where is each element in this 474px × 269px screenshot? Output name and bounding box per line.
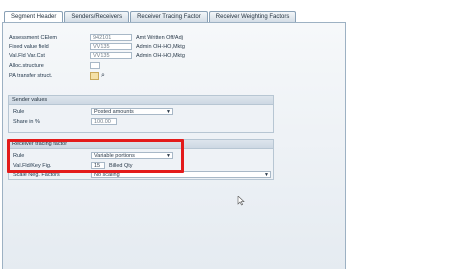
blank-area: [346, 22, 474, 268]
fixed-value-field-input[interactable]: VV135: [90, 43, 132, 50]
assessment-celem-desc: Amt Written Off/Adj: [136, 35, 183, 41]
chevron-down-icon[interactable]: ▼: [166, 109, 171, 114]
highlight-box: [7, 139, 184, 173]
val-fld-var-cst-desc: Admin OH-HO,Mktg: [136, 53, 185, 59]
alloc-structure-input[interactable]: [90, 62, 100, 69]
fixed-value-field-label: Fixed value field: [9, 44, 49, 50]
tab-receiver-weighting-factors[interactable]: Receiver Weighting Factors: [208, 11, 297, 22]
mouse-pointer-icon: [237, 196, 245, 206]
assessment-celem-field[interactable]: 942101: [90, 34, 132, 41]
pa-transfer-struct-label: PA transfer struct.: [9, 73, 53, 79]
fixed-value-field-desc: Admin OH-HO,Mktg: [136, 44, 185, 50]
alloc-structure-label: Alloc.structure: [9, 63, 44, 69]
tab-receiver-tracing-factor[interactable]: Receiver Tracing Factor: [130, 11, 208, 22]
tab-senders-receivers[interactable]: Senders/Receivers: [64, 11, 130, 22]
chevron-down-icon[interactable]: ▼: [264, 172, 269, 177]
tab-strip: Segment Header Senders/Receivers Receive…: [4, 11, 297, 22]
sender-values-box: Sender values Rule Posted amounts ▼ Shar…: [8, 95, 274, 133]
val-fld-var-cst-label: Val.Fld Var.Cst: [9, 53, 45, 59]
sender-rule-dropdown[interactable]: Posted amounts ▼: [91, 108, 173, 115]
sender-rule-value: Posted amounts: [94, 109, 134, 115]
sender-values-title: Sender values: [9, 96, 273, 105]
assessment-celem-label: Assessment CElem: [9, 35, 57, 41]
pa-transfer-struct-input[interactable]: [90, 72, 99, 80]
share-in-percent-label: Share in %: [13, 119, 40, 125]
value-help-icon[interactable]: ⌕: [101, 72, 105, 79]
share-in-percent-input[interactable]: 100.00: [91, 118, 117, 125]
val-fld-var-cst-input[interactable]: VV135: [90, 52, 132, 59]
tab-segment-header[interactable]: Segment Header: [4, 11, 64, 22]
sender-rule-label: Rule: [13, 109, 25, 115]
